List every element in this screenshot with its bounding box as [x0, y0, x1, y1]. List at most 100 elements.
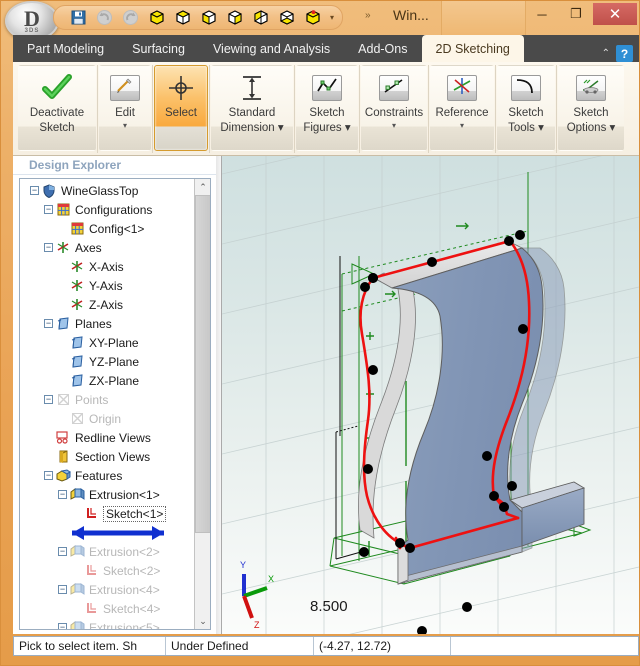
- quick-access-dropdown-caret[interactable]: ▾: [328, 13, 336, 22]
- tree-item-zx-plane[interactable]: ZX-Plane: [20, 371, 194, 390]
- tree-item-origin[interactable]: Origin: [20, 409, 194, 428]
- tree-item-extrusion5[interactable]: − Extrusion<5>: [20, 618, 194, 629]
- tab-viewing-and-analysis[interactable]: Viewing and Analysis: [199, 35, 344, 62]
- tree-item-extrusion4[interactable]: − Extrusion<4>: [20, 580, 194, 599]
- standard-dimension-button[interactable]: Standard Dimension ▾: [211, 65, 293, 151]
- maximize-button[interactable]: ❐: [559, 3, 593, 25]
- scroll-down-icon[interactable]: ⌄: [195, 613, 210, 629]
- tree-item-config1[interactable]: Config<1>: [20, 219, 194, 238]
- view-front-icon[interactable]: [198, 8, 219, 28]
- tree-scrollbar[interactable]: ⌃ ⌄: [194, 179, 210, 629]
- tree-item-wineglasstop[interactable]: − WineGlassTop: [20, 181, 194, 200]
- rollback-bar[interactable]: [20, 523, 194, 542]
- tree-item-label: Points: [75, 392, 109, 407]
- design-explorer-tree[interactable]: − WineGlassTop − Configurations Config<1> − Ax…: [19, 178, 211, 630]
- scroll-up-icon[interactable]: ⌃: [195, 179, 210, 195]
- tree-item-section-views[interactable]: Section Views: [20, 447, 194, 466]
- tree-item-extrusion1[interactable]: − Extrusion<1>: [20, 485, 194, 504]
- constraints-button[interactable]: Constraints ▾: [361, 65, 427, 151]
- tree-item-label: WineGlassTop: [61, 183, 139, 198]
- help-icon[interactable]: ?: [616, 45, 633, 62]
- tree-item-planes[interactable]: − Planes: [20, 314, 194, 333]
- tree-item-extrusion2[interactable]: − Extrusion<2>: [20, 542, 194, 561]
- sketch-options-button[interactable]: Sketch Options ▾: [558, 65, 624, 151]
- crosshair-select-icon: [164, 71, 198, 105]
- sketch-tools-button[interactable]: Sketch Tools ▾: [497, 65, 555, 151]
- axis-label-y: Y: [240, 560, 246, 570]
- tree-item-label: Y-Axis: [89, 278, 123, 293]
- tree-expander[interactable]: −: [58, 547, 67, 556]
- redo-icon[interactable]: [120, 8, 141, 28]
- dimension-value-label[interactable]: 8.500: [310, 598, 348, 615]
- tree-item-xy-plane[interactable]: XY-Plane: [20, 333, 194, 352]
- tree-expander[interactable]: −: [58, 490, 67, 499]
- reference-caret-icon[interactable]: ▾: [460, 121, 464, 130]
- sketch-icon: [83, 506, 99, 521]
- sketch-options-icon: [574, 71, 608, 105]
- tree-expander[interactable]: −: [44, 471, 53, 480]
- ribbon-group-sketch-figures: Sketch Figures ▾: [295, 65, 360, 153]
- view-back-icon[interactable]: [250, 8, 271, 28]
- application-window: D 3DS ▾ » Win... ─ ❐ ✕ Part Modeling Sur…: [0, 0, 640, 666]
- tree-item-label: YZ-Plane: [89, 354, 140, 369]
- quick-access-overflow[interactable]: »: [365, 10, 370, 21]
- tree-expander[interactable]: −: [44, 243, 53, 252]
- tree-item-label: Config<1>: [89, 221, 145, 236]
- ribbon-right-controls: ⌃ ?: [602, 45, 639, 62]
- tab-add-ons[interactable]: Add-Ons: [344, 35, 421, 62]
- constraints-icon: [377, 71, 411, 105]
- view-custom-icon[interactable]: [302, 8, 323, 28]
- tree-expander[interactable]: −: [44, 319, 53, 328]
- collapse-ribbon-icon[interactable]: ⌃: [602, 48, 610, 59]
- tree-item-label: Sketch<4>: [103, 601, 161, 616]
- rollback-bar-icon: [72, 525, 164, 540]
- tree-expander[interactable]: −: [44, 205, 53, 214]
- view-top-icon[interactable]: [172, 8, 193, 28]
- tree-item-sketch2[interactable]: Sketch<2>: [20, 561, 194, 580]
- tree-expander[interactable]: −: [58, 585, 67, 594]
- tree-item-sketch1[interactable]: Sketch<1>: [20, 504, 194, 523]
- reference-button[interactable]: Reference ▾: [430, 65, 494, 151]
- tree-item-yz-plane[interactable]: YZ-Plane: [20, 352, 194, 371]
- configurations-icon: [55, 202, 71, 217]
- tree-expander[interactable]: −: [58, 623, 67, 629]
- configurations-icon: [69, 221, 85, 236]
- axis-triad-icon: Y X Z: [240, 560, 274, 630]
- tree-item-configurations[interactable]: − Configurations: [20, 200, 194, 219]
- tree-item-features[interactable]: − Features: [20, 466, 194, 485]
- sketch-tools-curve-icon: [509, 71, 543, 105]
- view-isometric-icon[interactable]: [146, 8, 167, 28]
- view-right-icon[interactable]: [224, 8, 245, 28]
- 3d-viewport[interactable]: 8.500 Y X Z: [221, 156, 639, 634]
- edit-caret-icon[interactable]: ▾: [123, 121, 127, 130]
- axes-icon: [69, 278, 85, 293]
- scrollbar-thumb[interactable]: [195, 195, 210, 533]
- tree-item-axes[interactable]: − Axes: [20, 238, 194, 257]
- tab-2d-sketching[interactable]: 2D Sketching: [421, 35, 524, 62]
- minimize-button[interactable]: ─: [525, 3, 559, 25]
- constraints-caret-icon[interactable]: ▾: [392, 121, 396, 130]
- tab-part-modeling[interactable]: Part Modeling: [13, 35, 118, 62]
- view-bottom-icon[interactable]: [276, 8, 297, 28]
- tree-item-points[interactable]: − Points: [20, 390, 194, 409]
- tree-expander[interactable]: −: [44, 395, 53, 404]
- tree-expander[interactable]: −: [30, 186, 39, 195]
- tab-surfacing[interactable]: Surfacing: [118, 35, 199, 62]
- undo-icon[interactable]: [94, 8, 115, 28]
- title-bar: D 3DS ▾ » Win... ─ ❐ ✕: [1, 1, 639, 41]
- edit-button[interactable]: Edit ▾: [99, 65, 151, 151]
- sketch-options-label-2: Options ▾: [566, 122, 616, 134]
- extrusion-icon: [69, 620, 85, 629]
- tree-item-z-axis[interactable]: Z-Axis: [20, 295, 194, 314]
- tree-item-sketch4[interactable]: Sketch<4>: [20, 599, 194, 618]
- quick-access-toolbar: ▾: [53, 5, 344, 30]
- deactivate-sketch-button[interactable]: Deactivate Sketch: [18, 65, 96, 151]
- save-icon[interactable]: [68, 8, 89, 28]
- select-button[interactable]: Select: [154, 65, 208, 151]
- tree-item-redline-views[interactable]: Redline Views: [20, 428, 194, 447]
- tree-item-x-axis[interactable]: X-Axis: [20, 257, 194, 276]
- ribbon-panel: Deactivate Sketch Edit ▾ Select Standard…: [13, 62, 639, 156]
- tree-item-y-axis[interactable]: Y-Axis: [20, 276, 194, 295]
- sketch-figures-button[interactable]: Sketch Figures ▾: [296, 65, 358, 151]
- close-button[interactable]: ✕: [593, 3, 637, 25]
